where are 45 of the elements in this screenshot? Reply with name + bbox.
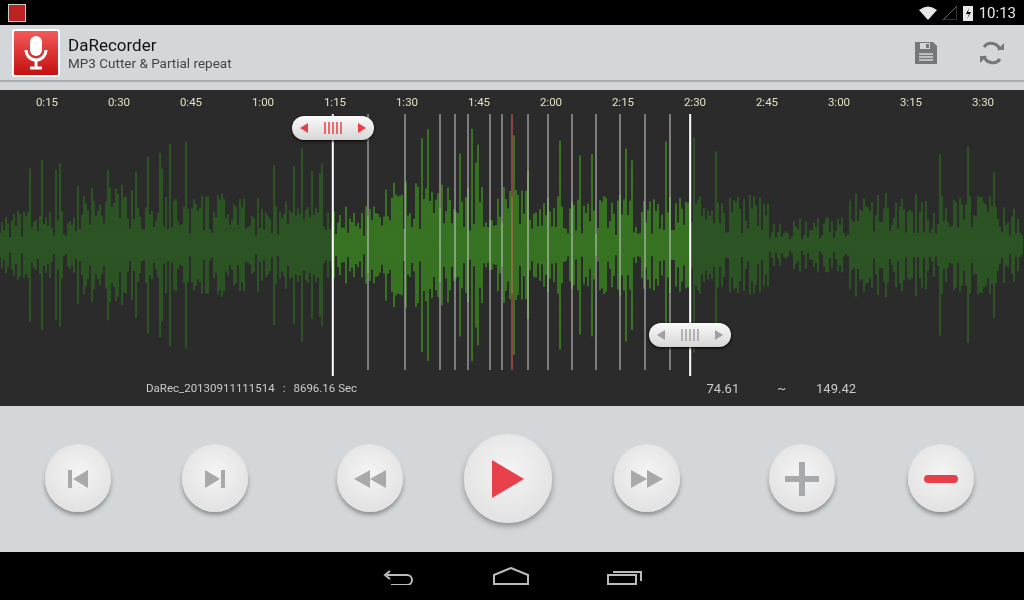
battery-icon: [962, 4, 973, 21]
back-icon[interactable]: [381, 567, 415, 585]
clock-time: 10:13: [978, 3, 1016, 22]
rewind-icon: [354, 470, 386, 488]
minus-icon: [924, 475, 958, 483]
plus-icon: [785, 462, 819, 496]
file-name: DaRec_20130911111514: [146, 381, 275, 395]
rewind-button[interactable]: [337, 446, 403, 512]
play-button[interactable]: [464, 435, 552, 523]
app-title: DaRecorder: [68, 34, 158, 55]
app-subtitle: MP3 Cutter & Partial repeat: [68, 54, 232, 71]
timeline-label: 1:45: [466, 95, 492, 109]
timeline-label: 0:45: [178, 95, 204, 109]
timeline-label: 2:45: [754, 95, 780, 109]
timeline-label: 2:30: [682, 95, 708, 109]
fast-forward-icon: [631, 470, 663, 488]
range-end-value: 149.42: [816, 380, 856, 396]
skip-previous-icon: [67, 469, 89, 489]
minus-button[interactable]: [908, 446, 974, 512]
timeline-label: 3:30: [970, 95, 996, 109]
timeline-label: 1:15: [322, 95, 348, 109]
fast-forward-button[interactable]: [614, 446, 680, 512]
home-icon[interactable]: [493, 567, 529, 585]
timeline-label: 2:00: [538, 95, 564, 109]
skip-next-icon: [204, 469, 226, 489]
range-handle[interactable]: [649, 323, 732, 347]
range-handle[interactable]: [291, 116, 374, 140]
timeline-label: 0:15: [34, 95, 60, 109]
duration-text: 8696.16 Sec: [293, 381, 358, 395]
timeline-label: 2:15: [610, 95, 636, 109]
plus-button[interactable]: [769, 446, 835, 512]
range-tilde: ~: [777, 380, 787, 396]
timeline-label: 0:30: [106, 95, 132, 109]
app-microphone-icon[interactable]: [12, 28, 60, 77]
wifi-icon: [918, 5, 937, 20]
separator-colon: :: [282, 381, 286, 395]
play-icon: [492, 460, 524, 498]
signal-icon: [942, 5, 957, 20]
timeline-label: 1:00: [250, 95, 276, 109]
timeline-label: 1:30: [394, 95, 420, 109]
skip-next-button[interactable]: [182, 446, 248, 512]
timeline-label: 3:00: [826, 95, 852, 109]
timeline-label: 3:15: [898, 95, 924, 109]
range-start-value: 74.61: [706, 380, 740, 396]
skip-previous-button[interactable]: [45, 446, 111, 512]
